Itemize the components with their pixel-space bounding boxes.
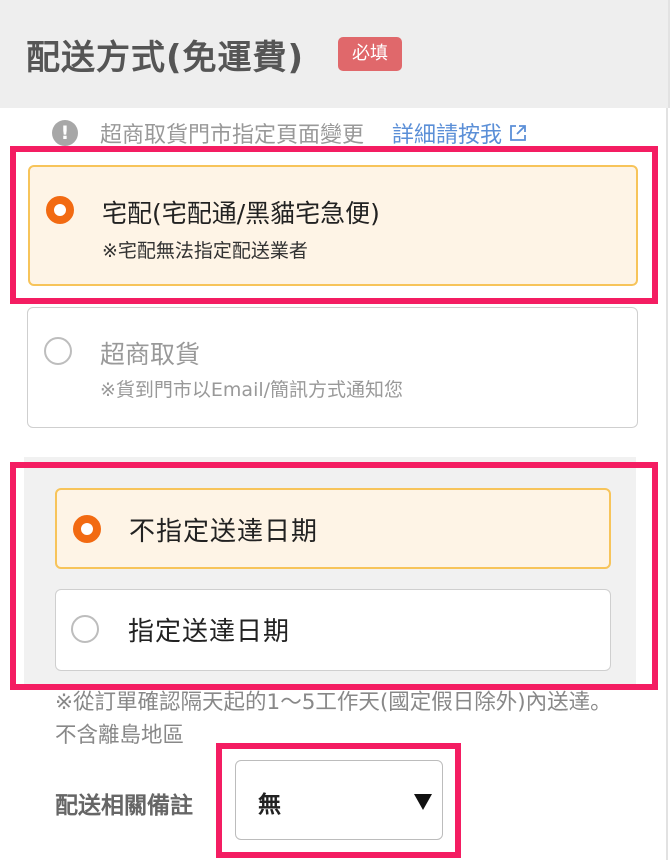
caret-down-icon [414, 794, 432, 810]
notice-row: ! 超商取貨門市指定頁面變更 詳細請按我 [52, 117, 612, 149]
delivery-option-title: 宅配(宅配通/黑貓宅急便) [102, 199, 380, 228]
required-badge: 必填 [338, 37, 402, 71]
delivery-option-home[interactable]: 宅配(宅配通/黑貓宅急便) ※宅配無法指定配送業者 [28, 165, 638, 286]
delivery-option-note: ※貨到門市以Email/簡訊方式通知您 [100, 379, 404, 401]
date-option-specify[interactable]: 指定送達日期 [55, 589, 611, 671]
right-divider [666, 108, 668, 860]
section-header: 配送方式(免運費) 必填 [0, 0, 670, 108]
details-link[interactable]: 詳細請按我 [392, 117, 528, 149]
radio-selected[interactable] [46, 196, 74, 224]
radio-unselected[interactable] [44, 337, 72, 365]
delivery-option-title: 超商取貨 [100, 340, 201, 369]
remarks-label: 配送相關備註 [55, 793, 193, 819]
radio-unselected[interactable] [71, 615, 99, 643]
delivery-date-note: ※從訂單確認隔天起的1～5工作天(國定假日除外)內送達。不含離島地區 [55, 690, 612, 748]
delivery-option-note: ※宅配無法指定配送業者 [102, 240, 308, 262]
date-option-label: 指定送達日期 [128, 617, 291, 647]
remarks-select[interactable]: 無 [235, 760, 443, 840]
details-link-label: 詳細請按我 [392, 123, 503, 148]
notice-text: 超商取貨門市指定頁面變更 [100, 123, 365, 148]
date-option-label: 不指定送達日期 [129, 517, 319, 547]
exclamation-icon: ! [52, 120, 78, 146]
external-link-icon [510, 125, 526, 141]
delivery-option-store-pickup[interactable]: 超商取貨 ※貨到門市以Email/簡訊方式通知您 [27, 307, 638, 428]
remarks-select-value: 無 [258, 792, 281, 818]
date-option-unspecified[interactable]: 不指定送達日期 [55, 488, 611, 569]
section-title: 配送方式(免運費) [26, 38, 305, 78]
radio-selected[interactable] [73, 515, 101, 543]
